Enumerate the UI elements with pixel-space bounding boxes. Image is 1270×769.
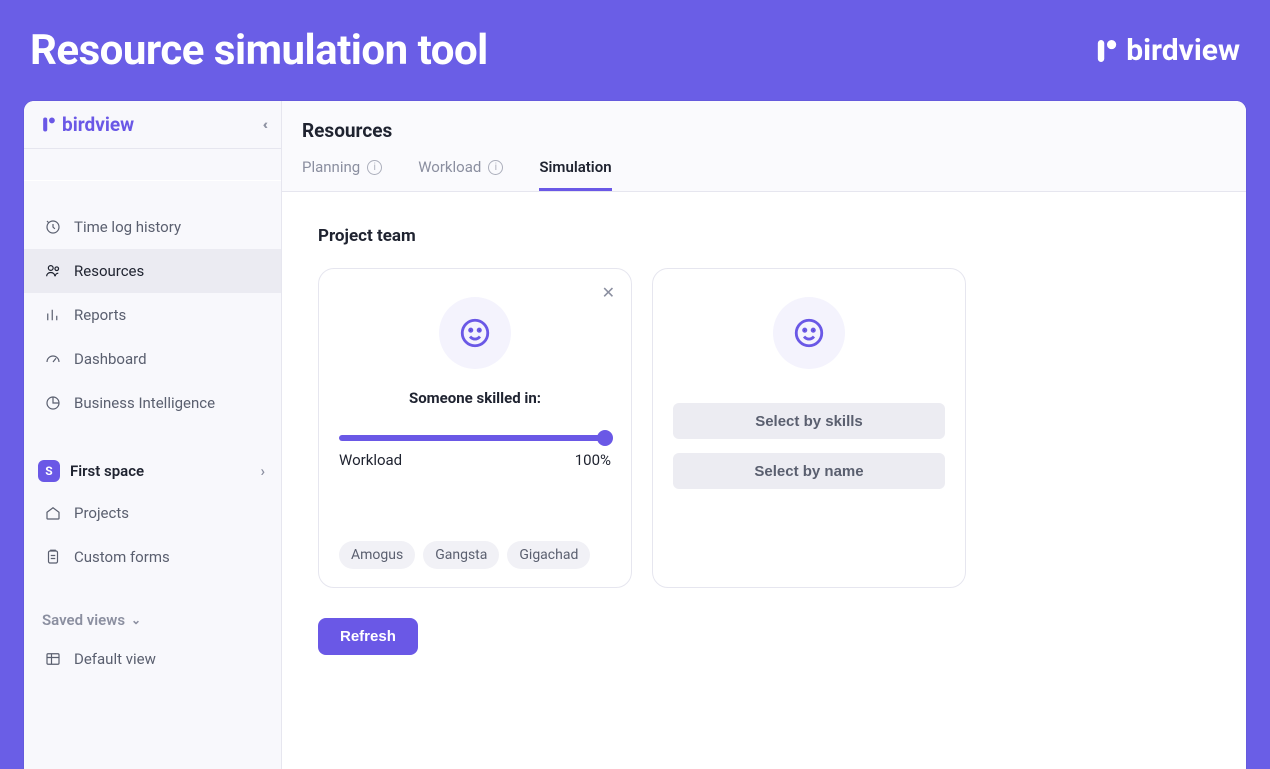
- smile-icon: [792, 316, 826, 350]
- slider-label-text: Workload: [339, 451, 402, 469]
- nav-default-view[interactable]: Default view: [24, 637, 281, 681]
- chevron-right-icon: ›: [260, 462, 265, 480]
- collapse-sidebar-icon[interactable]: ‹‹: [263, 117, 265, 133]
- people-icon: [44, 262, 62, 280]
- page-banner: Resource simulation tool birdview: [0, 0, 1270, 101]
- banner-title: Resource simulation tool: [30, 26, 488, 75]
- content-area: Project team ✕ Someone skilled in:: [282, 192, 1246, 769]
- tab-label: Simulation: [539, 158, 611, 176]
- banner-logo: birdview: [1096, 33, 1240, 68]
- home-icon: [44, 504, 62, 522]
- nav-dashboard[interactable]: Dashboard: [24, 337, 281, 381]
- nav-label: Reports: [74, 306, 126, 324]
- tab-workload[interactable]: Workload i: [418, 158, 503, 191]
- select-by-skills-button[interactable]: Select by skills: [673, 403, 945, 439]
- avatar-placeholder: [439, 297, 511, 369]
- select-by-name-button[interactable]: Select by name: [673, 453, 945, 489]
- nav-label: Default view: [74, 650, 156, 668]
- clock-history-icon: [44, 218, 62, 236]
- sidebar-spacer: [24, 149, 281, 181]
- slider-labels: Workload 100%: [339, 451, 611, 469]
- section-title: Project team: [318, 226, 1210, 246]
- nav-reports[interactable]: Reports: [24, 293, 281, 337]
- space-first-space[interactable]: S First space ›: [24, 451, 281, 491]
- tabs: Planning i Workload i Simulation: [302, 158, 1226, 191]
- bar-chart-icon: [44, 306, 62, 324]
- saved-views-header[interactable]: Saved views ⌄: [24, 611, 281, 637]
- smile-icon: [458, 316, 492, 350]
- page-title: Resources: [302, 119, 1226, 142]
- nav-label: Business Intelligence: [74, 394, 215, 412]
- saved-views-label: Saved views: [42, 611, 125, 629]
- workload-slider[interactable]: Workload 100%: [339, 435, 611, 469]
- skill-chip[interactable]: Gangsta: [423, 541, 499, 569]
- sidebar-spaces: S First space › Projects Custom forms: [24, 451, 281, 579]
- chevron-down-icon: ⌄: [131, 613, 141, 627]
- tab-simulation[interactable]: Simulation: [539, 158, 611, 191]
- sidebar-header: birdview ‹‹: [24, 101, 281, 149]
- sidebar: birdview ‹‹ Time log history Resources R…: [24, 101, 282, 769]
- nav-label: Projects: [74, 504, 129, 522]
- avatar-placeholder: [773, 297, 845, 369]
- space-badge: S: [38, 460, 60, 482]
- team-cards: ✕ Someone skilled in: Workload 10: [318, 268, 1210, 588]
- info-icon[interactable]: i: [488, 160, 503, 175]
- nav-label: Dashboard: [74, 350, 147, 368]
- gauge-icon: [44, 350, 62, 368]
- team-card-empty: Select by skills Select by name: [652, 268, 966, 588]
- select-buttons: Select by skills Select by name: [673, 403, 945, 489]
- nav-label: Custom forms: [74, 548, 170, 566]
- nav-resources[interactable]: Resources: [24, 249, 281, 293]
- skill-chip[interactable]: Gigachad: [507, 541, 590, 569]
- tab-planning[interactable]: Planning i: [302, 158, 382, 191]
- clipboard-icon: [44, 548, 62, 566]
- nav-projects[interactable]: Projects: [24, 491, 281, 535]
- nav-label: Time log history: [74, 218, 181, 236]
- tab-label: Planning: [302, 158, 360, 176]
- sidebar-brand-text: birdview: [62, 113, 134, 136]
- card-heading: Someone skilled in:: [409, 389, 541, 407]
- sidebar-logo[interactable]: birdview: [42, 113, 134, 136]
- nav-label: Resources: [74, 262, 144, 280]
- nav-time-log-history[interactable]: Time log history: [24, 205, 281, 249]
- info-icon[interactable]: i: [367, 160, 382, 175]
- slider-track: [339, 435, 611, 441]
- sidebar-nav: Time log history Resources Reports Dashb…: [24, 181, 281, 681]
- space-label: First space: [70, 462, 144, 480]
- skill-chip[interactable]: Amogus: [339, 541, 415, 569]
- main-area: Resources Planning i Workload i Simulati…: [282, 101, 1246, 769]
- slider-thumb[interactable]: [597, 430, 613, 446]
- tab-label: Workload: [418, 158, 481, 176]
- birdview-mark-icon: [1096, 36, 1118, 66]
- slider-value-text: 100%: [575, 451, 611, 469]
- close-icon[interactable]: ✕: [602, 283, 615, 302]
- app-frame: birdview ‹‹ Time log history Resources R…: [24, 101, 1246, 769]
- team-card-skilled: ✕ Someone skilled in: Workload 10: [318, 268, 632, 588]
- skill-chips: Amogus Gangsta Gigachad: [339, 541, 590, 569]
- pie-chart-icon: [44, 394, 62, 412]
- table-icon: [44, 650, 62, 668]
- main-header: Resources Planning i Workload i Simulati…: [282, 101, 1246, 192]
- birdview-mark-icon: [42, 115, 56, 134]
- refresh-button[interactable]: Refresh: [318, 618, 418, 655]
- nav-business-intelligence[interactable]: Business Intelligence: [24, 381, 281, 425]
- banner-brand-text: birdview: [1126, 33, 1240, 68]
- nav-custom-forms[interactable]: Custom forms: [24, 535, 281, 579]
